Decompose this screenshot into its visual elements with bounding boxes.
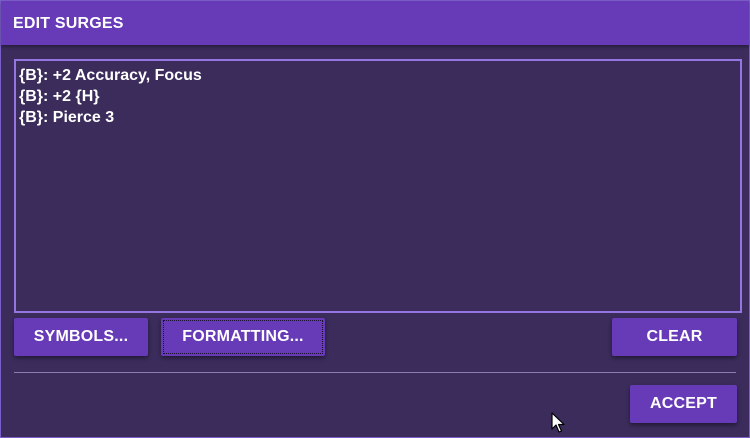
symbols-button[interactable]: SYMBOLS...	[14, 318, 148, 356]
formatting-button[interactable]: FORMATTING...	[161, 318, 325, 356]
mouse-pointer-icon	[551, 412, 565, 433]
clear-button[interactable]: CLEAR	[612, 318, 737, 356]
surges-text-editor[interactable]: {B}: +2 Accuracy, Focus {B}: +2 {H} {B}:…	[14, 59, 742, 313]
dialog-title: EDIT SURGES	[13, 15, 124, 32]
editor-line: {B}: Pierce 3	[19, 109, 115, 126]
divider	[14, 372, 736, 373]
editor-line: {B}: +2 Accuracy, Focus	[19, 67, 202, 84]
title-bar: EDIT SURGES	[1, 1, 749, 45]
edit-surges-dialog: EDIT SURGES {B}: +2 Accuracy, Focus {B}:…	[0, 0, 750, 438]
accept-button[interactable]: ACCEPT	[630, 385, 737, 423]
editor-line: {B}: +2 {H}	[19, 88, 100, 105]
